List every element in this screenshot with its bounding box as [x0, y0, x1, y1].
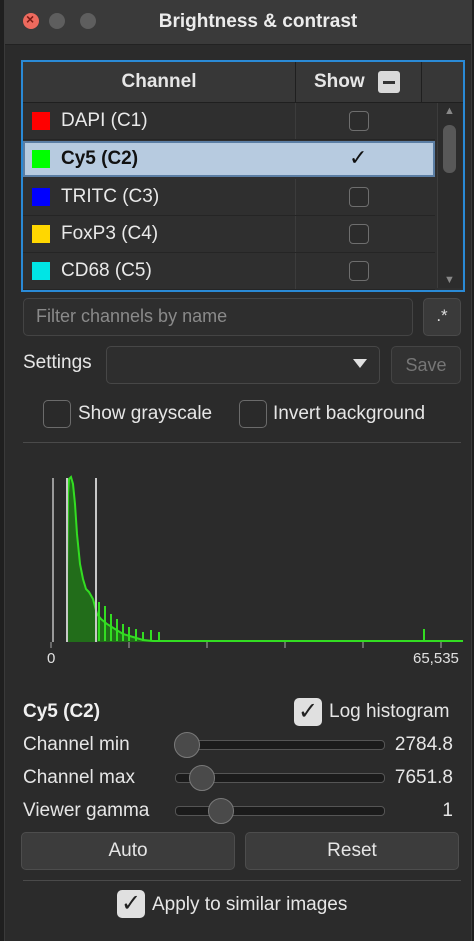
- histogram-max-label: 65,535: [413, 650, 459, 667]
- show-checkbox-foxp3[interactable]: [349, 224, 369, 244]
- column-divider: [295, 253, 296, 289]
- regex-toggle-button[interactable]: .*: [423, 298, 461, 336]
- show-checkbox-dapi[interactable]: [349, 111, 369, 131]
- column-divider: [295, 216, 296, 252]
- section-divider: [23, 442, 461, 443]
- scrollbar-thumb[interactable]: [443, 125, 456, 173]
- table-header: Channel Show: [23, 62, 463, 103]
- brightness-contrast-window: × Brightness & contrast Channel Show DAP…: [4, 0, 472, 941]
- channel-color-swatch: [32, 225, 50, 243]
- histogram-x-ticks: [50, 642, 442, 648]
- channel-name: DAPI (C1): [61, 110, 148, 131]
- channel-max-slider-knob[interactable]: [188, 765, 215, 791]
- section-divider: [23, 880, 461, 881]
- checkmark-icon: ✓: [349, 145, 368, 170]
- histogram-spikes: [98, 602, 425, 641]
- channel-max-label: Channel max: [23, 767, 135, 788]
- settings-label: Settings: [23, 352, 92, 373]
- apply-to-similar-label: Apply to similar images: [152, 894, 348, 915]
- scroll-up-arrow-icon[interactable]: ▲: [444, 105, 455, 117]
- channel-color-swatch: [32, 112, 50, 130]
- channel-color-swatch: [32, 188, 50, 206]
- reset-button[interactable]: Reset: [245, 832, 459, 870]
- channel-min-value: 2784.8: [394, 734, 453, 755]
- show-checkbox-tritc[interactable]: [349, 187, 369, 207]
- log-histogram-checkbox[interactable]: [294, 697, 322, 726]
- histogram-min-label: 0: [47, 650, 56, 667]
- show-grayscale-label: Show grayscale: [78, 403, 213, 424]
- show-grayscale-checkbox[interactable]: [43, 400, 71, 428]
- chevron-down-icon: [353, 359, 367, 368]
- viewer-gamma-slider[interactable]: [175, 798, 385, 824]
- apply-to-similar-checkbox[interactable]: [117, 889, 145, 918]
- toggle-all-channels-minus-icon[interactable]: [378, 71, 400, 93]
- table-row-cd68[interactable]: CD68 (C5): [23, 253, 435, 290]
- channel-min-label: Channel min: [23, 734, 130, 755]
- table-row-cy5[interactable]: Cy5 (C2) ✓: [23, 141, 435, 177]
- histogram-panel[interactable]: 0 65,535: [23, 474, 463, 674]
- channel-name: TRITC (C3): [61, 186, 160, 207]
- column-header-show[interactable]: Show: [296, 62, 422, 102]
- log-histogram-label: Log histogram: [329, 701, 450, 722]
- title-bar: × Brightness & contrast: [5, 0, 471, 45]
- channel-name: Cy5 (C2): [61, 148, 139, 169]
- table-row-tritc[interactable]: TRITC (C3): [23, 179, 435, 216]
- channel-min-slider[interactable]: [174, 732, 385, 758]
- invert-background-checkbox[interactable]: [239, 400, 267, 428]
- column-divider: [295, 103, 296, 139]
- channel-max-slider[interactable]: [175, 765, 385, 791]
- invert-background-label: Invert background: [273, 403, 426, 424]
- show-checkbox-cd68[interactable]: [349, 261, 369, 281]
- table-row-dapi[interactable]: DAPI (C1): [23, 103, 435, 140]
- table-row-foxp3[interactable]: FoxP3 (C4): [23, 216, 435, 253]
- filter-channels-field[interactable]: [23, 298, 418, 336]
- channel-color-swatch: [32, 150, 50, 168]
- scroll-down-arrow-icon[interactable]: ▼: [444, 274, 455, 286]
- channel-color-swatch: [32, 262, 50, 280]
- auto-button[interactable]: Auto: [21, 832, 235, 870]
- channel-max-value: 7651.8: [394, 767, 453, 788]
- channel-table[interactable]: Channel Show DAPI (C1) Cy5 (C2) ✓ TRITC …: [21, 60, 465, 292]
- table-scrollbar[interactable]: ▲ ▼: [437, 103, 462, 288]
- window-title: Brightness & contrast: [158, 11, 358, 32]
- settings-dropdown[interactable]: [106, 346, 380, 384]
- viewer-gamma-value: 1: [442, 800, 453, 821]
- channel-min-slider-knob[interactable]: [174, 732, 201, 758]
- channel-name: FoxP3 (C4): [61, 223, 159, 244]
- histogram-fill: [67, 477, 463, 642]
- channel-name: CD68 (C5): [61, 260, 152, 281]
- save-settings-button[interactable]: Save: [391, 346, 461, 384]
- column-header-show-label: Show: [314, 71, 365, 92]
- viewer-gamma-slider-knob[interactable]: [207, 798, 234, 824]
- show-checkbox-cy5[interactable]: ✓: [349, 147, 371, 169]
- column-header-channel[interactable]: Channel: [23, 62, 296, 102]
- viewer-gamma-label: Viewer gamma: [23, 800, 150, 821]
- histogram-curve: [66, 475, 463, 642]
- filter-channels-input[interactable]: [24, 299, 418, 333]
- column-divider: [295, 179, 296, 215]
- histogram-plot: [50, 475, 463, 648]
- selected-channel-title: Cy5 (C2): [23, 701, 101, 722]
